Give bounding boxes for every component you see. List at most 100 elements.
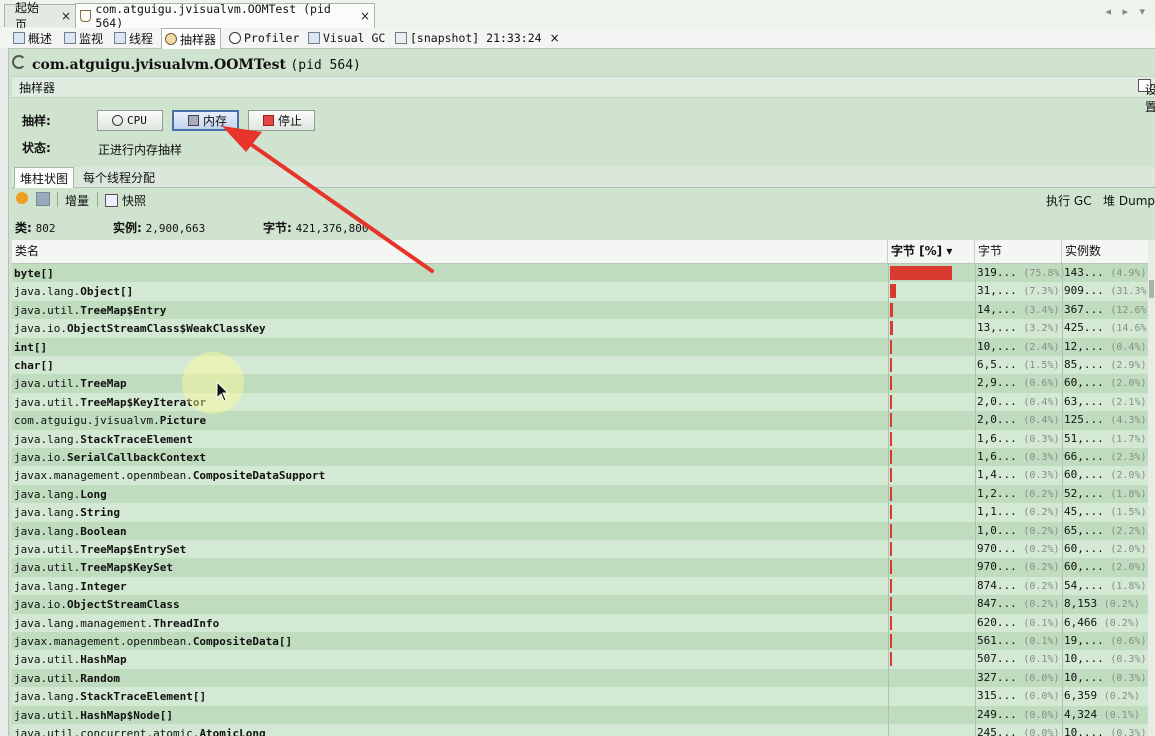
class-name-cell: javax.management.openmbean.CompositeData… xyxy=(14,632,292,651)
tab-threads[interactable]: 线程 xyxy=(111,28,157,48)
tab-label: 抽样器 xyxy=(180,32,217,47)
cpu-button[interactable]: CPU xyxy=(97,110,163,131)
class-name: TreeMap$KeySet xyxy=(80,561,173,575)
class-name-cell: java.lang.Integer xyxy=(14,577,127,596)
instances-cell: 60,... (2.0%) xyxy=(1064,468,1147,482)
bytes-label: 字节: xyxy=(263,221,292,235)
table-row[interactable]: java.util.HashMap$Node[] 249... (0.0%) 4,3… xyxy=(12,705,1148,725)
instances-cell: 367... (12.6%) xyxy=(1064,302,1148,316)
col-instances[interactable]: 实例数 xyxy=(1062,240,1148,263)
histogram-table: byte[] 319... (75.8%) 143... (4.9%) java.la… xyxy=(12,264,1148,736)
stop-button[interactable]: 停止 xyxy=(248,110,315,131)
instances-cell: 6,466 (0.2%) xyxy=(1064,615,1140,629)
tab-oomtest[interactable]: com.atguigu.jvisualvm.OOMTest (pid 564) … xyxy=(75,2,375,30)
table-row[interactable]: java.lang.management.ThreadInfo 620... (0… xyxy=(12,613,1148,632)
col-bytes[interactable]: 字节 xyxy=(975,240,1062,263)
snapshot-button[interactable]: 快照 xyxy=(105,192,146,209)
tab-label: Visual GC xyxy=(323,31,386,45)
tab-label: 线程 xyxy=(129,31,154,46)
instances-cell: 12,... (0.4%) xyxy=(1064,339,1147,353)
table-row[interactable]: java.lang.Boolean 1,0... (0.2%) 65,... (2.… xyxy=(12,521,1148,540)
bytes-percent-bar xyxy=(890,284,896,299)
profiler-icon xyxy=(229,32,241,44)
col-bytes-percent[interactable]: 字节 [%] ▾ xyxy=(888,240,975,263)
close-icon[interactable]: × xyxy=(61,9,71,23)
table-row[interactable]: byte[] 319... (75.8%) 143... (4.9%) xyxy=(12,264,1148,283)
bytes-percent-bar xyxy=(890,597,892,612)
package-prefix: java.io. xyxy=(14,598,67,612)
table-row[interactable]: java.lang.Integer 874... (0.2%) 54,... (1.… xyxy=(12,576,1148,596)
table-row[interactable]: java.util.TreeMap$Entry 14,... (3.4%) 367.… xyxy=(12,300,1148,320)
class-name: StackTraceElement xyxy=(80,432,193,446)
overview-icon xyxy=(13,32,25,44)
table-row[interactable]: javax.management.openmbean.CompositeData… xyxy=(12,466,1148,485)
cursor-highlight xyxy=(182,352,244,414)
package-prefix: com.atguigu.jvisualvm. xyxy=(14,414,160,428)
table-row[interactable]: java.util.concurrent.atomic.AtomicLong 24… xyxy=(12,724,1148,736)
close-icon[interactable]: × xyxy=(550,31,560,45)
close-icon[interactable]: × xyxy=(360,9,370,23)
bytes-percent-bar xyxy=(890,431,892,446)
class-name: Integer xyxy=(80,579,127,593)
heap-dump-button[interactable]: 堆 Dump xyxy=(1103,194,1155,208)
class-name-cell: java.util.HashMap$Node[] xyxy=(14,706,173,725)
table-row[interactable]: java.util.HashMap 507... (0.1%) 10,... (0.… xyxy=(12,650,1148,669)
tab-heap-histogram[interactable]: 堆柱状图 xyxy=(14,167,75,188)
table-row[interactable]: java.io.ObjectStreamClass$WeakClassKey 13… xyxy=(12,319,1148,338)
tab-per-thread-allocation[interactable]: 每个线程分配 xyxy=(78,167,160,187)
tab-overview[interactable]: 概述 xyxy=(10,28,56,48)
instances-cell: 125... (4.3%) xyxy=(1064,413,1147,427)
bytes-cell: 1,4... (0.3%) xyxy=(977,468,1060,482)
table-row[interactable]: java.io.ObjectStreamClass 847... (0.2%) 8,… xyxy=(12,595,1148,614)
refresh-icon xyxy=(12,55,26,69)
tab-navigation[interactable]: ◂ ▸ ▾ xyxy=(1105,5,1149,18)
scroll-thumb[interactable] xyxy=(1149,280,1154,298)
table-row[interactable]: java.lang.Object[] 31,... (7.3%) 909... (3… xyxy=(12,282,1148,301)
table-row[interactable]: java.util.TreeMap$KeyIterator 2,0... (0.4… xyxy=(12,392,1148,412)
table-row[interactable]: int[] 10,... (2.4%) 12,... (0.4%) xyxy=(12,337,1148,356)
table-row[interactable]: com.atguigu.jvisualvm.Picture 2,0... (0.4… xyxy=(12,411,1148,430)
table-row[interactable]: java.lang.StackTraceElement 1,6... (0.3%)… xyxy=(12,429,1148,448)
refresh-icon[interactable] xyxy=(36,192,50,206)
tab-profiler[interactable]: Profiler xyxy=(226,28,303,48)
button-label: 内存 xyxy=(203,114,228,128)
table-row[interactable]: java.util.TreeMap$KeySet 970... (0.2%) 60,… xyxy=(12,558,1148,577)
instances-value: 2,900,663 xyxy=(145,222,206,235)
bytes-percent-bar xyxy=(890,560,892,575)
vertical-scrollbar[interactable] xyxy=(1148,240,1155,736)
clock-icon xyxy=(112,115,123,126)
class-name: CompositeDataSupport xyxy=(192,469,326,483)
table-row[interactable]: java.io.SerialCallbackContext 1,6... (0.3… xyxy=(12,448,1148,467)
table-row[interactable]: java.lang.Long 1,2... (0.2%) 52,... (1.8%) xyxy=(12,484,1148,504)
perform-gc-button[interactable]: 执行 GC xyxy=(1046,194,1092,208)
sub-tab-bar: 堆柱状图 每个线程分配 xyxy=(12,167,1155,188)
table-row[interactable]: java.lang.StackTraceElement[] 315... (0.0… xyxy=(12,687,1148,706)
settings-checkbox[interactable]: 设置 xyxy=(1138,79,1155,114)
table-row[interactable]: java.util.TreeMap$EntrySet 970... (0.2%) 6… xyxy=(12,540,1148,559)
class-name: char[] xyxy=(14,359,54,372)
delta-button[interactable]: 增量 xyxy=(65,192,89,209)
tab-monitor[interactable]: 监视 xyxy=(61,28,107,48)
classes-value: 802 xyxy=(35,222,56,235)
col-class-name[interactable]: 类名 xyxy=(12,240,888,263)
table-row[interactable]: java.util.Random 327... (0.0%) 10,... (0.3… xyxy=(12,668,1148,688)
sampler-icon xyxy=(165,33,177,45)
package-prefix: java.lang. xyxy=(14,524,81,538)
tab-sampler[interactable]: 抽样器 xyxy=(161,28,222,49)
sampler-section-header: 抽样器 设置 xyxy=(12,76,1155,114)
tab-visual-gc[interactable]: Visual GC xyxy=(305,28,389,48)
table-row[interactable]: char[] 6,5... (1.5%) 85,... (2.9%) xyxy=(12,356,1148,375)
pause-icon[interactable] xyxy=(16,192,28,204)
bytes-cell: 1,0... (0.2%) xyxy=(977,523,1060,537)
bytes-cell: 970... (0.2%) xyxy=(977,542,1060,555)
bytes-cell: 1,6... (0.3%) xyxy=(977,431,1060,445)
package-prefix: java.util. xyxy=(14,377,81,391)
package-prefix: java.util. xyxy=(14,561,81,575)
stop-icon xyxy=(263,115,274,126)
table-row[interactable]: javax.management.openmbean.CompositeData… xyxy=(12,632,1148,651)
tab-start-page[interactable]: 起始页 × xyxy=(4,1,76,32)
memory-button[interactable]: 内存 xyxy=(172,110,239,131)
table-row[interactable]: java.lang.String 1,1... (0.2%) 45,... (1.5… xyxy=(12,503,1148,522)
class-name: HashMap$Node[] xyxy=(80,708,173,722)
tab-snapshot[interactable]: [snapshot] 21:33:24 × xyxy=(392,28,564,48)
